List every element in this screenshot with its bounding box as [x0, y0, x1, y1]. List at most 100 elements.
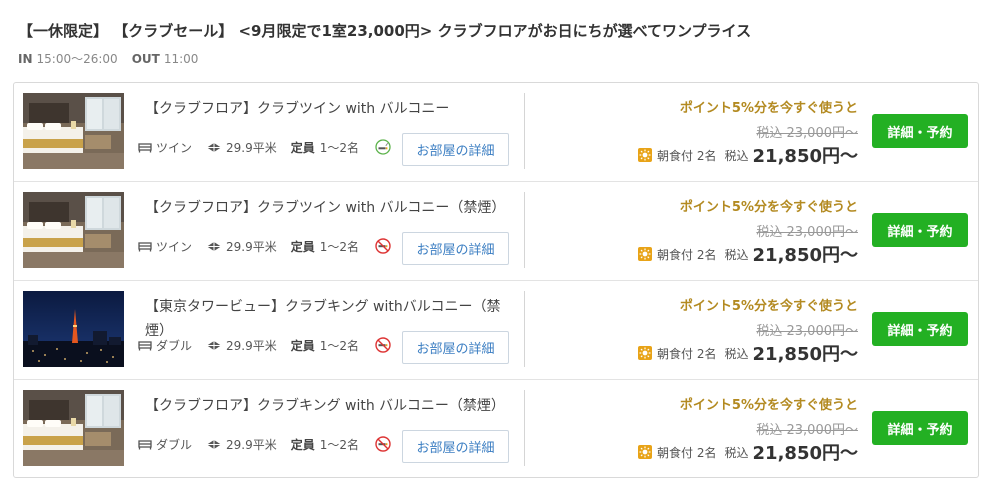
room-size-label: 29.9平米	[226, 437, 277, 452]
room-size: 29.9平米	[206, 337, 277, 354]
no-smoking-icon	[375, 436, 391, 452]
divider	[524, 93, 525, 169]
plan-title: 【一休限定】 【クラブセール】 <9月限定で1室23,000円> クラブフロアが…	[18, 22, 752, 40]
room-detail-button[interactable]: お部屋の詳細	[402, 430, 509, 463]
meal-sun-icon	[638, 247, 653, 261]
room-name[interactable]: 【クラブフロア】クラブツイン with バルコニー	[145, 97, 510, 121]
price-line: 朝食付 2名 税込 21,850円〜	[638, 142, 858, 168]
bed-icon	[138, 339, 152, 351]
room-size: 29.9平米	[206, 139, 277, 156]
discounted-price: 21,850円〜	[752, 443, 858, 464]
room-specs: ダブル 29.9平米 定員 1〜2名	[138, 434, 391, 454]
no-smoking-icon	[375, 238, 391, 254]
room-size: 29.9平米	[206, 238, 277, 255]
meal-label: 朝食付	[657, 346, 694, 361]
room-capacity: 定員 1〜2名	[291, 436, 359, 453]
room-specs: ダブル 29.9平米 定員 1〜2名	[138, 335, 391, 355]
floor-area-icon	[206, 241, 222, 252]
divider	[524, 192, 525, 268]
bed-type: ダブル	[138, 436, 192, 453]
persons-label: 2名	[696, 445, 717, 460]
point-use-message: ポイント5%分を今すぐ使うと	[679, 200, 858, 215]
bed-type-label: ツイン	[156, 239, 193, 254]
room-row-2: 【クラブフロア】クラブツイン with バルコニー（禁煙） ツイン 29.9平米…	[14, 182, 978, 281]
bed-type: ツイン	[138, 238, 192, 255]
meal-label: 朝食付	[657, 148, 694, 163]
room-size-label: 29.9平米	[226, 140, 277, 155]
checkin-checkout-info: IN 15:00〜26:00 OUT 11:00	[18, 50, 198, 67]
floor-area-icon	[206, 439, 222, 450]
room-size-label: 29.9平米	[226, 239, 277, 254]
bed-type-label: ダブル	[156, 437, 193, 452]
tax-label: 税込	[724, 346, 749, 361]
book-button[interactable]: 詳細・予約	[872, 411, 968, 445]
meal-sun-icon	[638, 148, 653, 162]
tax-label: 税込	[724, 445, 749, 460]
book-button[interactable]: 詳細・予約	[872, 114, 968, 148]
tax-label: 税込	[724, 148, 749, 163]
room-detail-button[interactable]: お部屋の詳細	[402, 133, 509, 166]
bed-type: ダブル	[138, 337, 192, 354]
original-price: 税込 23,000円〜	[756, 423, 858, 438]
meal-label: 朝食付	[657, 445, 694, 460]
hotel-room-photo[interactable]	[23, 390, 124, 466]
room-size: 29.9平米	[206, 436, 277, 453]
bed-type: ツイン	[138, 139, 192, 156]
price-line: 朝食付 2名 税込 21,850円〜	[638, 439, 858, 465]
bed-icon	[138, 438, 152, 450]
tokyo-tower-night-photo[interactable]	[23, 291, 124, 367]
no-smoking-icon	[375, 337, 391, 353]
room-capacity: 定員 1〜2名	[291, 139, 359, 156]
book-button[interactable]: 詳細・予約	[872, 213, 968, 247]
checkin-time: 15:00〜26:00	[36, 52, 118, 66]
original-price: 税込 23,000円〜	[756, 324, 858, 339]
meal-label: 朝食付	[657, 247, 694, 262]
divider	[524, 291, 525, 367]
room-size-label: 29.9平米	[226, 338, 277, 353]
room-specs: ツイン 29.9平米 定員 1〜2名	[138, 137, 391, 157]
original-price: 税込 23,000円〜	[756, 126, 858, 141]
checkout-label: OUT	[131, 52, 160, 66]
divider	[524, 390, 525, 466]
discounted-price: 21,850円〜	[752, 245, 858, 266]
room-capacity: 定員 1〜2名	[291, 337, 359, 354]
room-row-1: 【クラブフロア】クラブツイン with バルコニー ツイン 29.9平米 定員 …	[14, 83, 978, 182]
smoking-allowed-icon	[375, 139, 391, 155]
point-use-message: ポイント5%分を今すぐ使うと	[679, 398, 858, 413]
persons-label: 2名	[696, 346, 717, 361]
capacity-value: 1〜2名	[319, 437, 360, 452]
capacity-label: 定員	[290, 140, 315, 155]
price-line: 朝食付 2名 税込 21,850円〜	[638, 241, 858, 267]
floor-area-icon	[206, 340, 222, 351]
price-line: 朝食付 2名 税込 21,850円〜	[638, 340, 858, 366]
discounted-price: 21,850円〜	[752, 344, 858, 365]
room-detail-button[interactable]: お部屋の詳細	[402, 331, 509, 364]
room-name[interactable]: 【クラブフロア】クラブキング with バルコニー（禁煙）	[145, 394, 510, 418]
room-detail-button[interactable]: お部屋の詳細	[402, 232, 509, 265]
point-use-message: ポイント5%分を今すぐ使うと	[679, 101, 858, 116]
meal-sun-icon	[638, 445, 653, 459]
tax-label: 税込	[724, 247, 749, 262]
room-name[interactable]: 【クラブフロア】クラブツイン with バルコニー（禁煙）	[145, 196, 510, 220]
room-list: 【クラブフロア】クラブツイン with バルコニー ツイン 29.9平米 定員 …	[13, 82, 979, 478]
point-use-message: ポイント5%分を今すぐ使うと	[679, 299, 858, 314]
checkout-time: 11:00	[163, 52, 199, 66]
meal-info: 朝食付 2名	[657, 246, 716, 263]
room-capacity: 定員 1〜2名	[291, 238, 359, 255]
meal-sun-icon	[638, 346, 653, 360]
bed-icon	[138, 240, 152, 252]
book-button[interactable]: 詳細・予約	[872, 312, 968, 346]
meal-info: 朝食付 2名	[657, 345, 716, 362]
bed-icon	[138, 141, 152, 153]
hotel-room-photo[interactable]	[23, 192, 124, 268]
capacity-label: 定員	[290, 338, 315, 353]
hotel-room-photo[interactable]	[23, 93, 124, 169]
bed-type-label: ダブル	[156, 338, 193, 353]
floor-area-icon	[206, 142, 222, 153]
checkin-label: IN	[18, 52, 33, 66]
meal-info: 朝食付 2名	[657, 147, 716, 164]
original-price: 税込 23,000円〜	[756, 225, 858, 240]
bed-type-label: ツイン	[156, 140, 193, 155]
meal-info: 朝食付 2名	[657, 444, 716, 461]
persons-label: 2名	[696, 148, 717, 163]
